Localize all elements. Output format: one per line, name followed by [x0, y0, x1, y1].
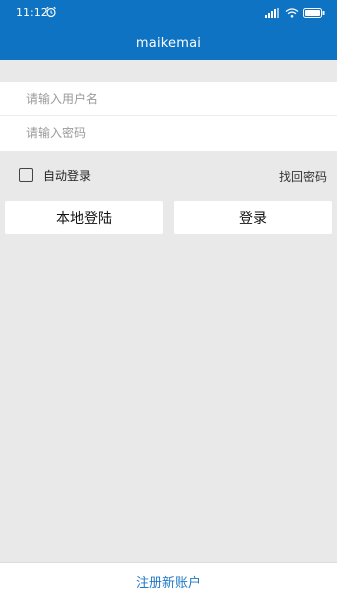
auto-login-toggle[interactable]: 自动登录 [19, 166, 91, 184]
signal-icon [265, 7, 279, 18]
status-time: 11:12 [16, 6, 48, 19]
status-bar: 11:12 [0, 0, 337, 26]
forgot-password-link[interactable]: 找回密码 [279, 168, 327, 185]
auto-login-checkbox[interactable] [19, 168, 33, 182]
auto-login-label: 自动登录 [43, 168, 92, 183]
local-login-button[interactable]: 本地登陆 [5, 201, 163, 234]
login-button[interactable]: 登录 [174, 201, 332, 234]
page-title: maikemai [135, 36, 202, 51]
system-icons [265, 7, 325, 18]
alarm-icon [46, 6, 56, 18]
password-input[interactable] [26, 124, 326, 142]
username-input[interactable] [26, 90, 326, 108]
app-header: 11:12 maikemai [0, 0, 337, 60]
password-row [0, 116, 337, 150]
login-inputs [0, 82, 337, 151]
wifi-icon [285, 7, 299, 18]
username-row [0, 82, 337, 116]
battery-icon [303, 7, 325, 18]
register-button[interactable]: 注册新账户 [0, 562, 337, 600]
